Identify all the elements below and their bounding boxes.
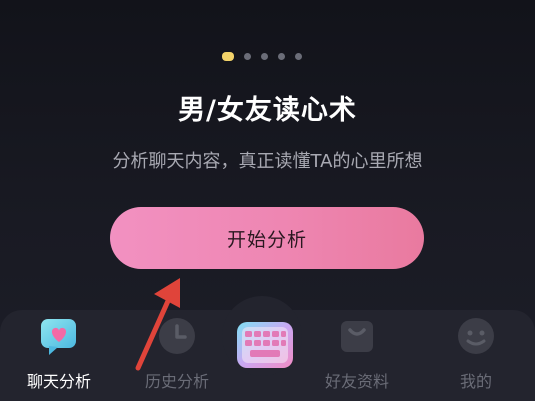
start-analysis-button[interactable]: 开始分析	[110, 207, 424, 269]
carousel-dot-active[interactable]	[222, 52, 234, 61]
page-subtitle: 分析聊天内容，真正读懂TA的心里所想	[112, 151, 423, 172]
carousel-dot[interactable]	[261, 53, 268, 60]
tab-friend-profile[interactable]: 好友资料	[307, 312, 407, 396]
tab-label: 聊天分析	[26, 372, 91, 391]
carousel-dot[interactable]	[295, 53, 302, 60]
tab-label: 好友资料	[324, 372, 389, 391]
tab-mine[interactable]: 我的	[426, 312, 526, 396]
carousel-pagination	[222, 52, 302, 61]
smiley-face-icon	[458, 318, 494, 354]
carousel-dot[interactable]	[244, 53, 251, 60]
arrow-annotation-icon	[135, 278, 180, 371]
keyboard-icon	[237, 322, 293, 368]
chat-bubble-heart-icon	[41, 319, 76, 355]
bag-icon	[341, 321, 373, 352]
page-title: 男/女友读心术	[178, 95, 357, 126]
carousel-dot[interactable]	[278, 53, 285, 60]
tab-chat-analysis[interactable]: 聊天分析	[9, 312, 109, 396]
tab-keyboard[interactable]	[234, 314, 296, 376]
tab-label: 我的	[459, 372, 492, 391]
